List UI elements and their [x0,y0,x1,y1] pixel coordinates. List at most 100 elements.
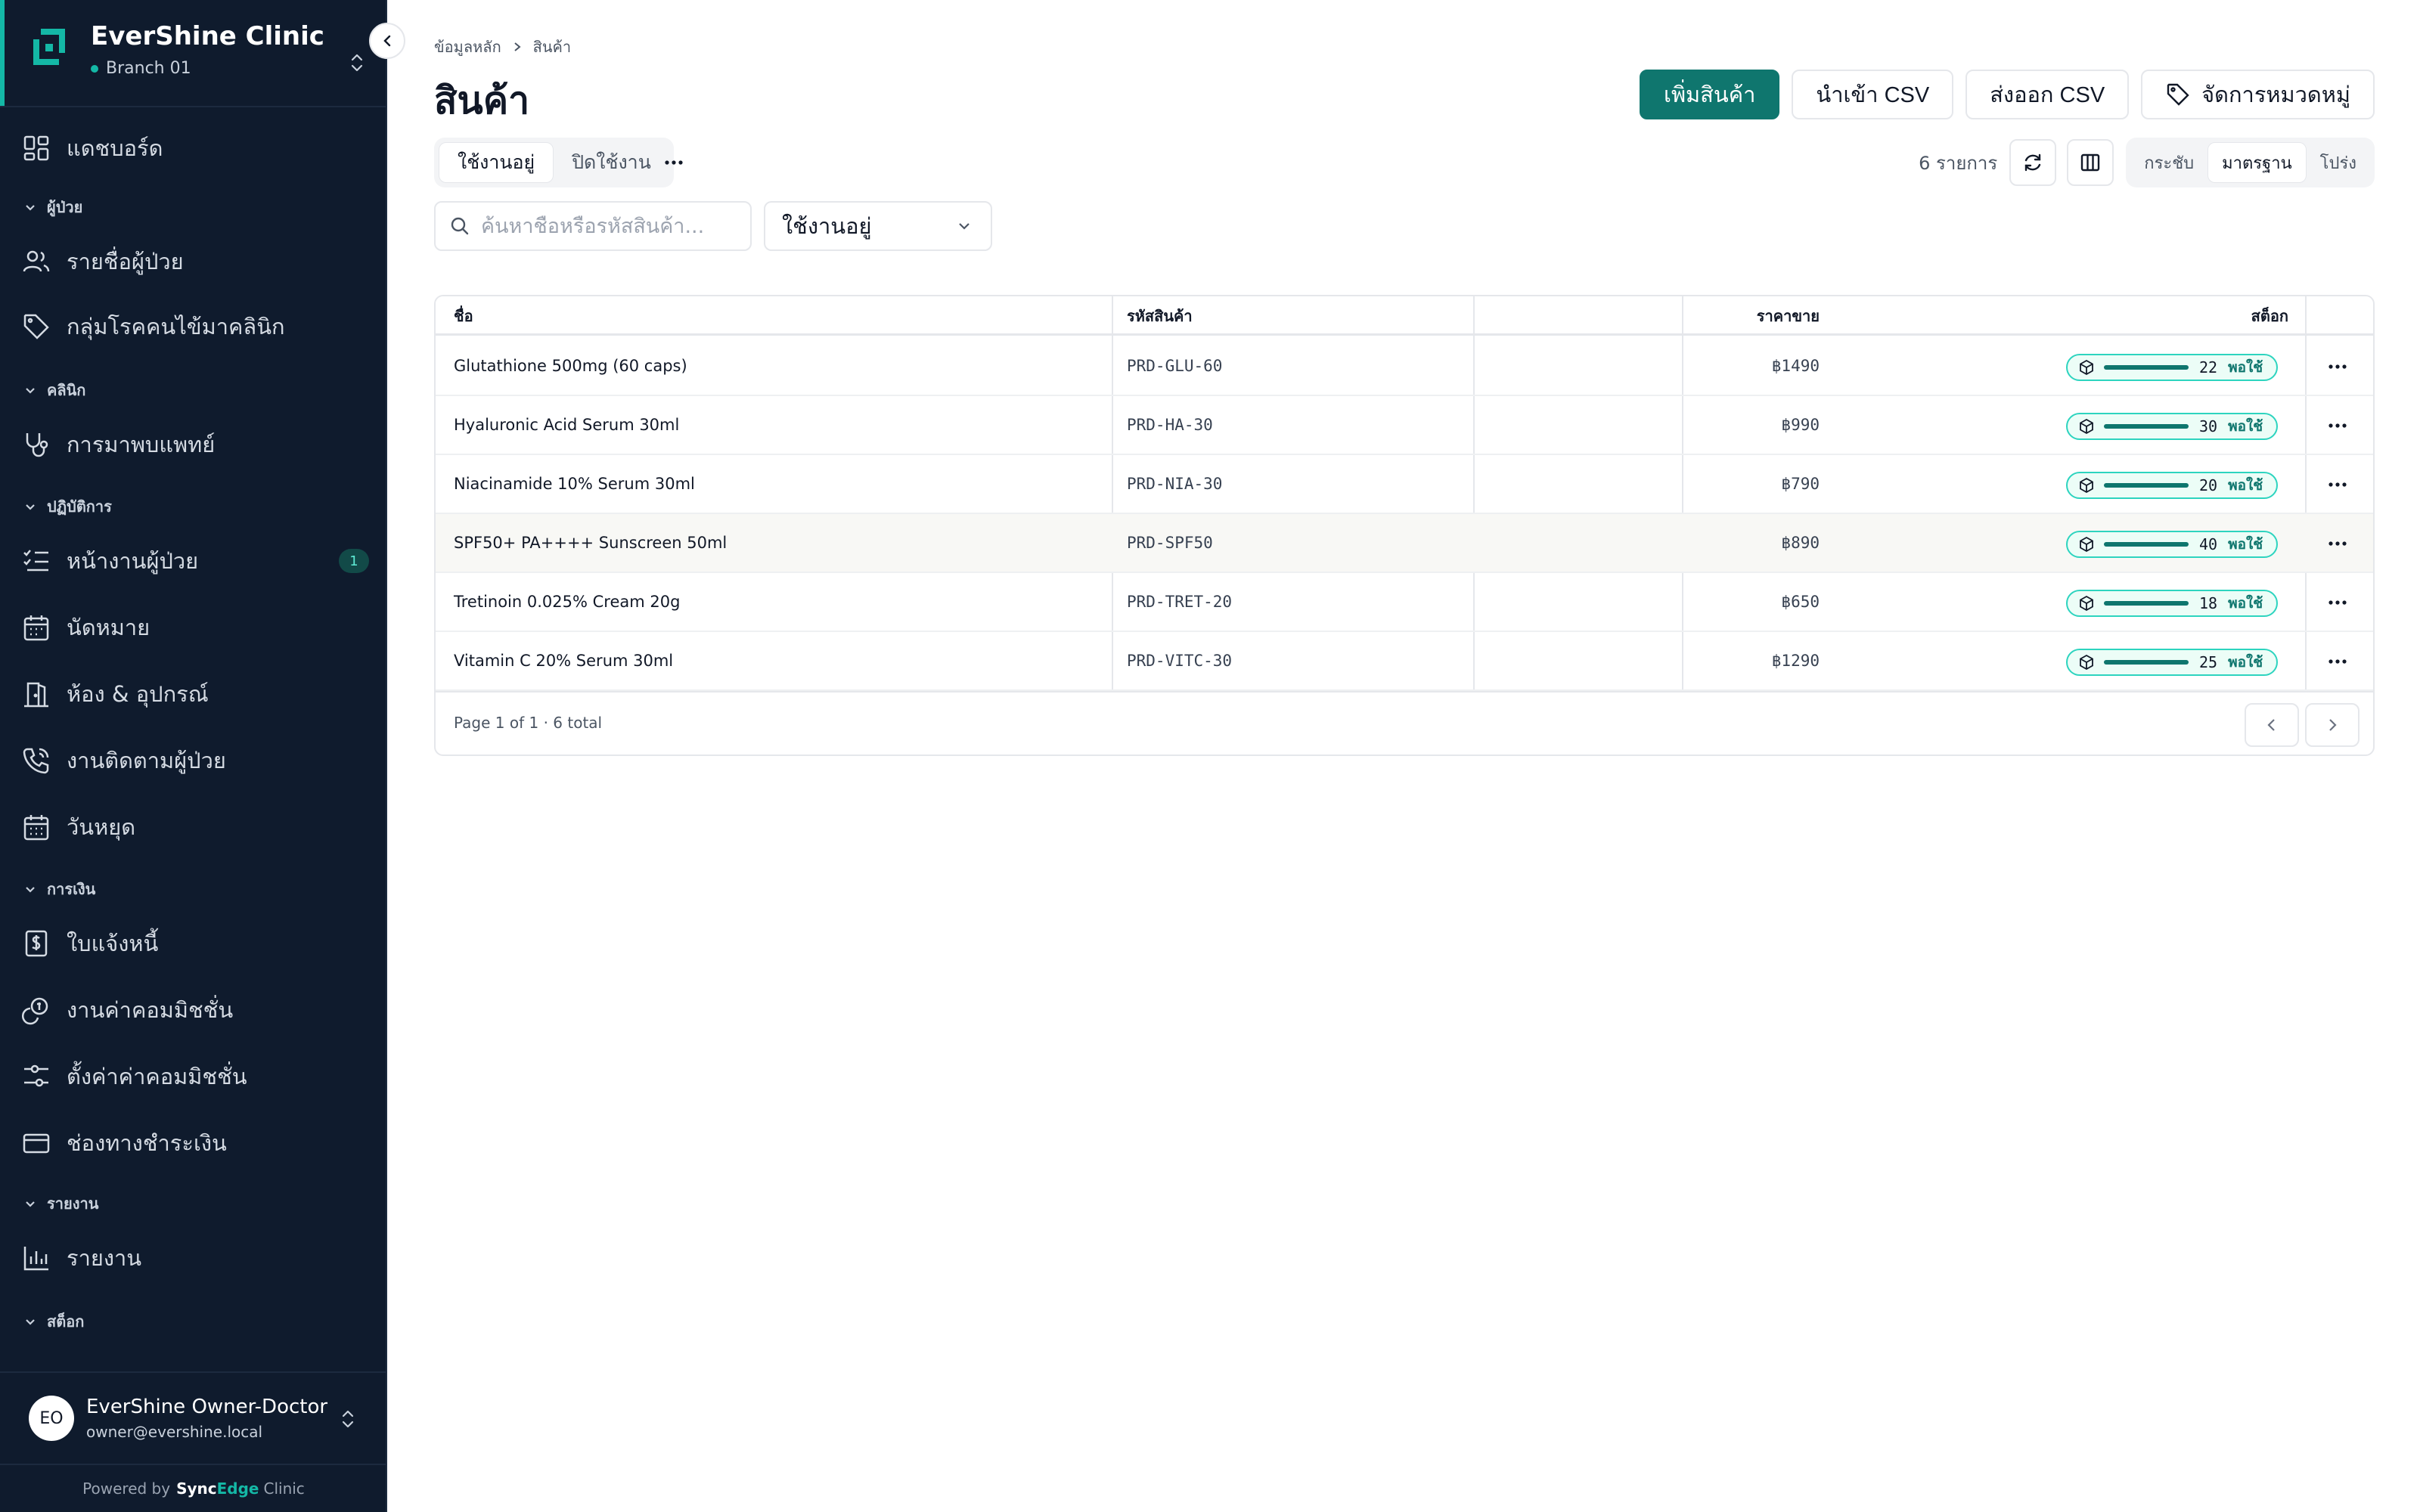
branch-status-dot [91,65,98,73]
clinic-logo-icon [33,29,65,65]
section-stock[interactable]: สต็อก [23,1306,325,1337]
import-csv-button[interactable]: นำเข้า CSV [1792,70,1954,119]
section-label: การเงิน [47,880,96,898]
stock-indicator: 22 พอใช้ [2066,354,2278,381]
table-row[interactable]: Hyaluronic Acid Serum 30ml PRD-HA-30 ฿990 3… [436,396,2373,455]
row-actions-icon[interactable] [2325,413,2350,438]
branch-label: Branch 01 [106,59,191,78]
chevron-down-icon [26,388,35,394]
tag-icon [2167,83,2189,106]
stock-quantity: 20 [2199,476,2218,494]
sidebar-item-patient-list[interactable]: รายชื่อผู้ป่วย [21,237,369,286]
row-actions-icon[interactable] [2325,590,2350,615]
status-filter-value: ใช้งานอยู่ [782,213,872,239]
columns-button[interactable] [2067,139,2114,186]
section-patients[interactable]: ผู้ป่วย [23,192,325,222]
sidebar-item-holidays[interactable]: วันหยุด [21,803,369,851]
tab-inactive[interactable]: ปิดใช้งาน [554,142,669,183]
column-header-stock[interactable]: สต็อก [1948,296,2288,336]
more-options-icon[interactable] [661,150,687,175]
sidebar-item-appointments[interactable]: นัดหมาย [21,603,369,652]
sidebar-item-rooms[interactable]: ห้อง & อุปกรณ์ [21,670,369,718]
search-icon [451,217,469,235]
next-page-button[interactable] [2305,703,2360,747]
sidebar-item-dashboard[interactable]: แดชบอร์ด [21,124,369,172]
collapse-sidebar-button[interactable] [369,23,405,59]
stock-quantity: 18 [2199,594,2218,612]
invoice-icon [25,930,48,957]
sidebar-item-label: ช่องทางชำระเงิน [67,1130,227,1156]
sidebar-item-patient-tasks[interactable]: หน้างานผู้ป่วย 1 [21,537,369,585]
row-actions-icon[interactable] [2325,472,2350,497]
page-actions: เพิ่มสินค้า นำเข้า CSV ส่งออก CSV จัดการ… [1640,70,2375,119]
breadcrumb-current: สินค้า [532,38,572,56]
table-row[interactable]: Glutathione 500mg (60 caps) PRD-GLU-60 ฿14… [436,337,2373,396]
bar-chart-icon [23,1247,48,1271]
chevron-down-icon [26,205,35,211]
package-icon [2080,477,2093,494]
sidebar-item-commission-settings[interactable]: ตั้งค่าค่าคอมมิชชั่น [21,1052,369,1101]
powered-by-footer: Powered by SyncEdge Clinic [0,1464,387,1512]
main-content: ข้อมูลหลัก สินค้า สินค้า เพิ่มสินค้า นำเ… [434,0,2375,1512]
credit-card-icon [23,1133,50,1154]
table-row[interactable]: SPF50+ PA++++ Sunscreen 50ml PRD-SPF50 ฿89… [436,514,2373,573]
row-actions-icon[interactable] [2325,649,2350,674]
sidebar-item-invoices[interactable]: ใบแจ้งหนี้ [21,919,369,968]
column-header-sku[interactable]: รหัสสินค้า [1127,296,1193,336]
export-csv-button[interactable]: ส่งออก CSV [1965,70,2130,119]
section-finance[interactable]: การเงิน [23,874,325,904]
table-row[interactable]: Tretinoin 0.025% Cream 20g PRD-TRET-20 ฿65… [436,573,2373,632]
section-clinic[interactable]: คลินิก [23,375,325,405]
search-input[interactable] [481,214,738,238]
status-filter-select[interactable]: ใช้งานอยู่ [764,201,992,251]
previous-page-button[interactable] [2245,703,2299,747]
product-name: Glutathione 500mg (60 caps) [454,357,687,375]
section-label: ปฏิบัติการ [47,497,112,516]
sidebar-item-label: หน้างานผู้ป่วย [67,548,199,574]
add-product-button[interactable]: เพิ่มสินค้า [1640,70,1780,119]
pagination-info: Page 1 of 1 · 6 total [454,714,603,732]
density-standard[interactable]: มาตรฐาน [2207,142,2307,183]
brand-sync: Sync [176,1479,217,1498]
stock-indicator: 25 พอใช้ [2066,649,2278,676]
sidebar-item-followups[interactable]: งานติดตามผู้ป่วย [21,736,369,785]
stock-status: พอใช้ [2228,654,2263,671]
powered-by-label: Powered by [82,1479,171,1498]
sidebar-item-doctor-visits[interactable]: การมาพบแพทย์ [21,420,369,469]
row-actions-icon[interactable] [2325,531,2350,556]
chevron-down-icon [959,223,970,230]
stock-status: พอใช้ [2228,595,2263,612]
density-compact[interactable]: กระชับ [2130,142,2207,183]
chevrons-updown-icon [342,1410,354,1428]
column-header-price[interactable]: ราคาขาย [1593,296,1820,336]
chevron-down-icon [26,1201,35,1207]
coins-icon [21,997,48,1025]
tag-icon [23,314,49,339]
brand-edge: Edge [216,1479,259,1498]
branch-switcher[interactable]: EverShine Clinic Branch 01 [30,21,371,89]
brand-clinic: Clinic [263,1479,305,1498]
section-operations[interactable]: ปฏิบัติการ [23,491,325,522]
users-icon [23,250,50,272]
breadcrumb-parent[interactable]: ข้อมูลหลัก [434,35,501,59]
section-reports[interactable]: รายงาน [23,1188,325,1219]
sidebar-item-disease-groups[interactable]: กลุ่มโรคคนไข้มาคลินิก [21,302,369,351]
sidebar-item-label: นัดหมาย [67,615,150,640]
table-row[interactable]: Niacinamide 10% Serum 30ml PRD-NIA-30 ฿790… [436,455,2373,514]
sidebar-item-commission-jobs[interactable]: งานค่าคอมมิชชั่น [21,986,369,1034]
tab-active[interactable]: ใช้งานอยู่ [439,142,554,183]
products-table: ชื่อ รหัสสินค้า ราคาขาย สต็อก Glutathion… [434,295,2375,756]
package-icon [2080,595,2093,612]
sidebar-item-reports[interactable]: รายงาน [21,1234,369,1282]
row-actions-icon[interactable] [2325,354,2350,380]
manage-categories-button[interactable]: จัดการหมวดหมู่ [2141,70,2375,119]
column-header-name[interactable]: ชื่อ [454,296,473,336]
refresh-button[interactable] [2009,139,2057,186]
density-comfortable[interactable]: โปร่ง [2307,142,2370,183]
package-icon [2080,359,2093,376]
stock-indicator: 40 พอใช้ [2066,531,2278,558]
user-menu[interactable]: EO EverShine Owner-Doctor owner@evershin… [0,1371,387,1462]
table-row[interactable]: Vitamin C 20% Serum 30ml PRD-VITC-30 ฿1290… [436,632,2373,691]
sidebar-item-payment-channels[interactable]: ช่องทางชำระเงิน [21,1119,369,1167]
product-name: SPF50+ PA++++ Sunscreen 50ml [454,534,728,552]
